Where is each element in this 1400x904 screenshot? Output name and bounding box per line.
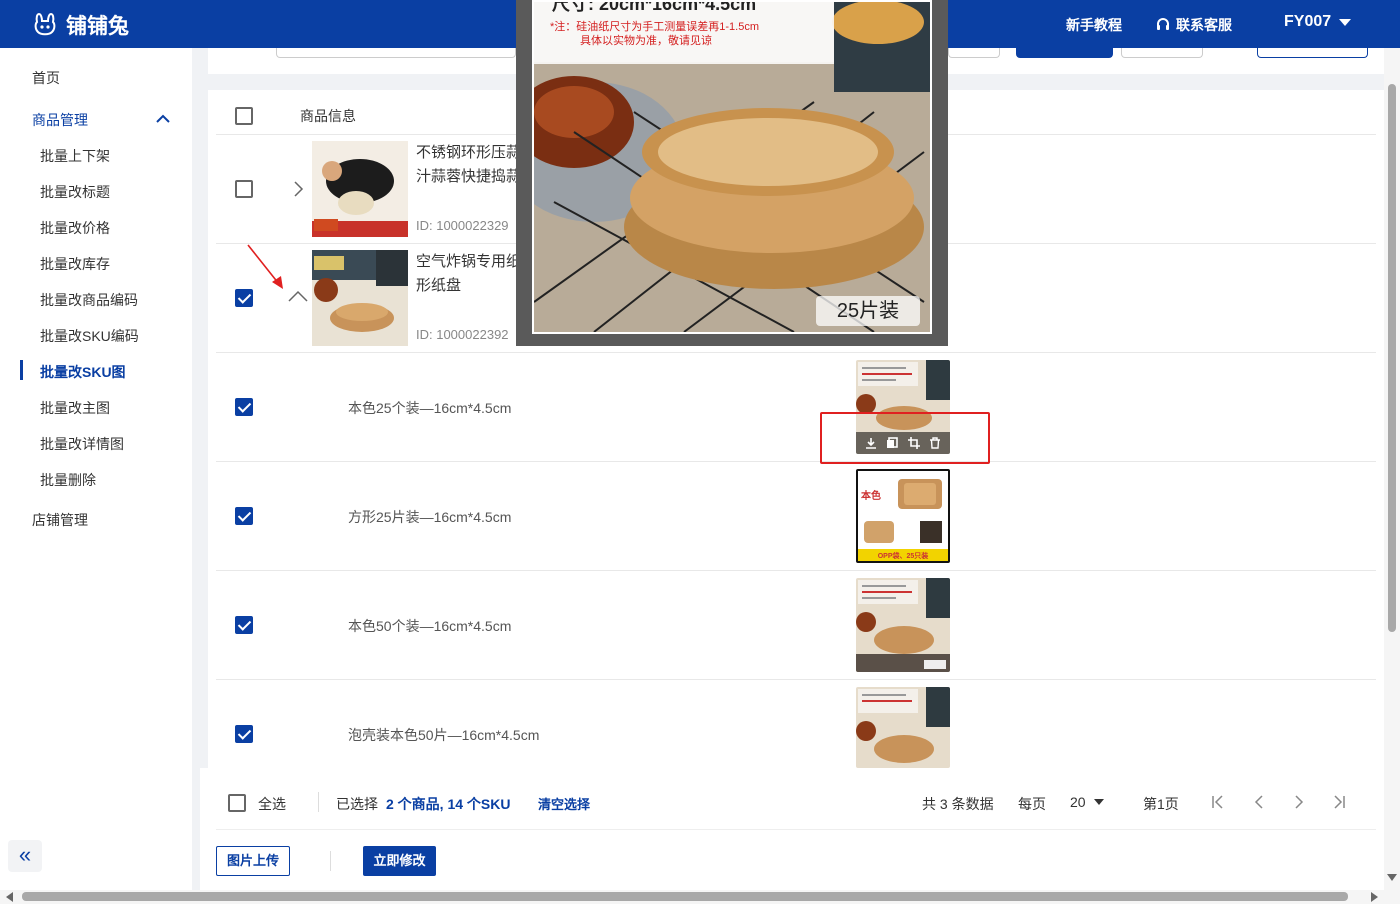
sku-image[interactable] <box>856 687 950 768</box>
scroll-left-arrow-icon[interactable] <box>6 892 14 902</box>
sku-image-label: 本色 <box>861 491 881 502</box>
per-page-select[interactable]: 20 <box>1070 794 1104 810</box>
clear-selection-link[interactable]: 清空选择 <box>538 794 590 813</box>
selected-prefix: 已选择 <box>336 796 378 812</box>
sidebar-item-batch-price[interactable]: 批量改价格 <box>40 218 110 238</box>
select-all-checkbox[interactable] <box>228 794 246 812</box>
footer-divider <box>216 829 1376 830</box>
support-link[interactable]: 联系客服 <box>1156 15 1232 35</box>
preview-note-box: 尺寸: 20cm*16cm*4.5cm *注：硅油纸尺寸为手工测量误差再1-1.… <box>534 2 834 64</box>
rabbit-logo-icon <box>34 12 56 36</box>
sku-name: 本色25个装—16cm*4.5cm <box>348 400 512 416</box>
header-checkbox[interactable] <box>235 107 253 125</box>
product-title: 空气炸锅专用纸 形纸盘 <box>416 250 521 298</box>
product-id: ID: 1000022392 <box>416 327 509 342</box>
preview-size-text: 尺寸: 20cm*16cm*4.5cm <box>552 0 757 14</box>
sku-checkbox[interactable] <box>235 507 253 525</box>
sidebar-item-store[interactable]: 店铺管理 <box>32 510 88 530</box>
preview-note-line1: *注：硅油纸尺寸为手工测量误差再1-1.5cm <box>550 21 760 33</box>
sku-image-caption: OPP袋、25只装 <box>877 553 929 560</box>
divider <box>330 851 331 871</box>
per-page-value: 20 <box>1070 794 1086 810</box>
collapse-sidebar-button[interactable]: « <box>8 840 42 872</box>
next-page-icon[interactable] <box>1291 794 1307 810</box>
sidebar-item-batch-title[interactable]: 批量改标题 <box>40 182 110 202</box>
active-indicator <box>20 360 23 380</box>
preview-note-line2: 具体以实物为准，敬请见谅 <box>580 35 712 47</box>
product-title-line1: 不锈钢环形压蒜 <box>416 144 522 161</box>
scroll-down-arrow-icon[interactable] <box>1387 874 1397 882</box>
support-label: 联系客服 <box>1176 17 1232 33</box>
sku-checkbox[interactable] <box>235 725 253 743</box>
tutorial-label: 新手教程 <box>1066 17 1122 33</box>
caret-down-icon <box>1339 18 1352 26</box>
modify-now-button[interactable]: 立即修改 <box>363 846 436 876</box>
product-thumbnail[interactable] <box>312 250 408 346</box>
caret-down-icon <box>1093 799 1104 805</box>
product-thumbnail[interactable] <box>312 141 408 237</box>
preview-note: *注：硅油纸尺寸为手工测量误差再1-1.5cm 具体以实物为准，敬请见谅 <box>550 20 759 48</box>
red-arrow-annotation <box>247 244 283 289</box>
sidebar-item-batch-detail-image[interactable]: 批量改详情图 <box>40 434 124 454</box>
chevron-right-icon[interactable] <box>292 181 304 197</box>
product-title: 不锈钢环形压蒜 汁蒜蓉快捷捣蒜 <box>416 141 521 189</box>
product-title-line1: 空气炸锅专用纸 <box>416 253 522 270</box>
image-upload-button[interactable]: 图片上传 <box>216 846 290 876</box>
sku-name: 方形25片装—16cm*4.5cm <box>348 509 512 525</box>
app-title: 铺铺兔 <box>66 15 129 38</box>
sidebar-item-batch-product-code[interactable]: 批量改商品编码 <box>40 290 138 310</box>
product-id: ID: 1000022329 <box>416 218 509 233</box>
tutorial-link[interactable]: 新手教程 <box>1066 15 1122 35</box>
product-title-line2: 汁蒜蓉快捷捣蒜 <box>416 168 522 185</box>
chevron-up-icon[interactable] <box>288 290 308 302</box>
row-checkbox[interactable] <box>235 180 253 198</box>
sidebar <box>0 48 192 904</box>
sku-image[interactable]: 本色 OPP袋、25只装 <box>856 469 950 563</box>
preview-pack-label: 25片装 <box>816 296 920 326</box>
product-title-line2: 形纸盘 <box>416 277 462 294</box>
last-page-icon[interactable] <box>1331 794 1347 810</box>
image-preview: 尺寸: 20cm*16cm*4.5cm *注：硅油纸尺寸为手工测量误差再1-1.… <box>532 0 932 334</box>
user-name: FY007 <box>1284 13 1332 30</box>
highlight-annotation-box <box>820 412 990 464</box>
sidebar-item-batch-delete[interactable]: 批量删除 <box>40 470 96 490</box>
sidebar-group-product[interactable]: 商品管理 <box>32 110 88 130</box>
sidebar-item-batch-shelf[interactable]: 批量上下架 <box>40 146 110 166</box>
current-page: 第1页 <box>1143 796 1179 812</box>
sku-name: 本色50个装—16cm*4.5cm <box>348 618 512 634</box>
vertical-scroll-thumb[interactable] <box>1388 84 1396 632</box>
sku-checkbox[interactable] <box>235 398 253 416</box>
scroll-right-arrow-icon[interactable] <box>1370 892 1378 902</box>
prev-page-icon[interactable] <box>1251 794 1267 810</box>
first-page-icon[interactable] <box>1210 794 1226 810</box>
headset-icon <box>1157 18 1169 30</box>
per-page-label: 每页 <box>1018 796 1046 812</box>
total-count: 共 3 条数据 <box>922 796 994 812</box>
divider <box>318 792 319 812</box>
user-menu[interactable]: FY007 <box>1284 13 1352 31</box>
sidebar-item-home[interactable]: 首页 <box>32 68 60 88</box>
sidebar-item-batch-sku-code[interactable]: 批量改SKU编码 <box>40 326 139 346</box>
chevron-up-icon[interactable] <box>156 112 170 126</box>
header-product-info: 商品信息 <box>300 108 356 124</box>
horizontal-scroll-thumb[interactable] <box>22 892 1348 901</box>
sku-checkbox[interactable] <box>235 616 253 634</box>
selected-count: 2 个商品, 14 个SKU <box>386 796 511 812</box>
sidebar-item-batch-stock[interactable]: 批量改库存 <box>40 254 110 274</box>
sidebar-item-batch-sku-image[interactable]: 批量改SKU图 <box>40 362 126 382</box>
sku-image[interactable] <box>856 578 950 672</box>
select-all-label[interactable]: 全选 <box>258 794 286 814</box>
sku-name: 泡壳装本色50片—16cm*4.5cm <box>348 727 540 743</box>
app-logo[interactable]: 铺铺兔 <box>32 10 129 40</box>
sidebar-item-batch-main-image[interactable]: 批量改主图 <box>40 398 110 418</box>
